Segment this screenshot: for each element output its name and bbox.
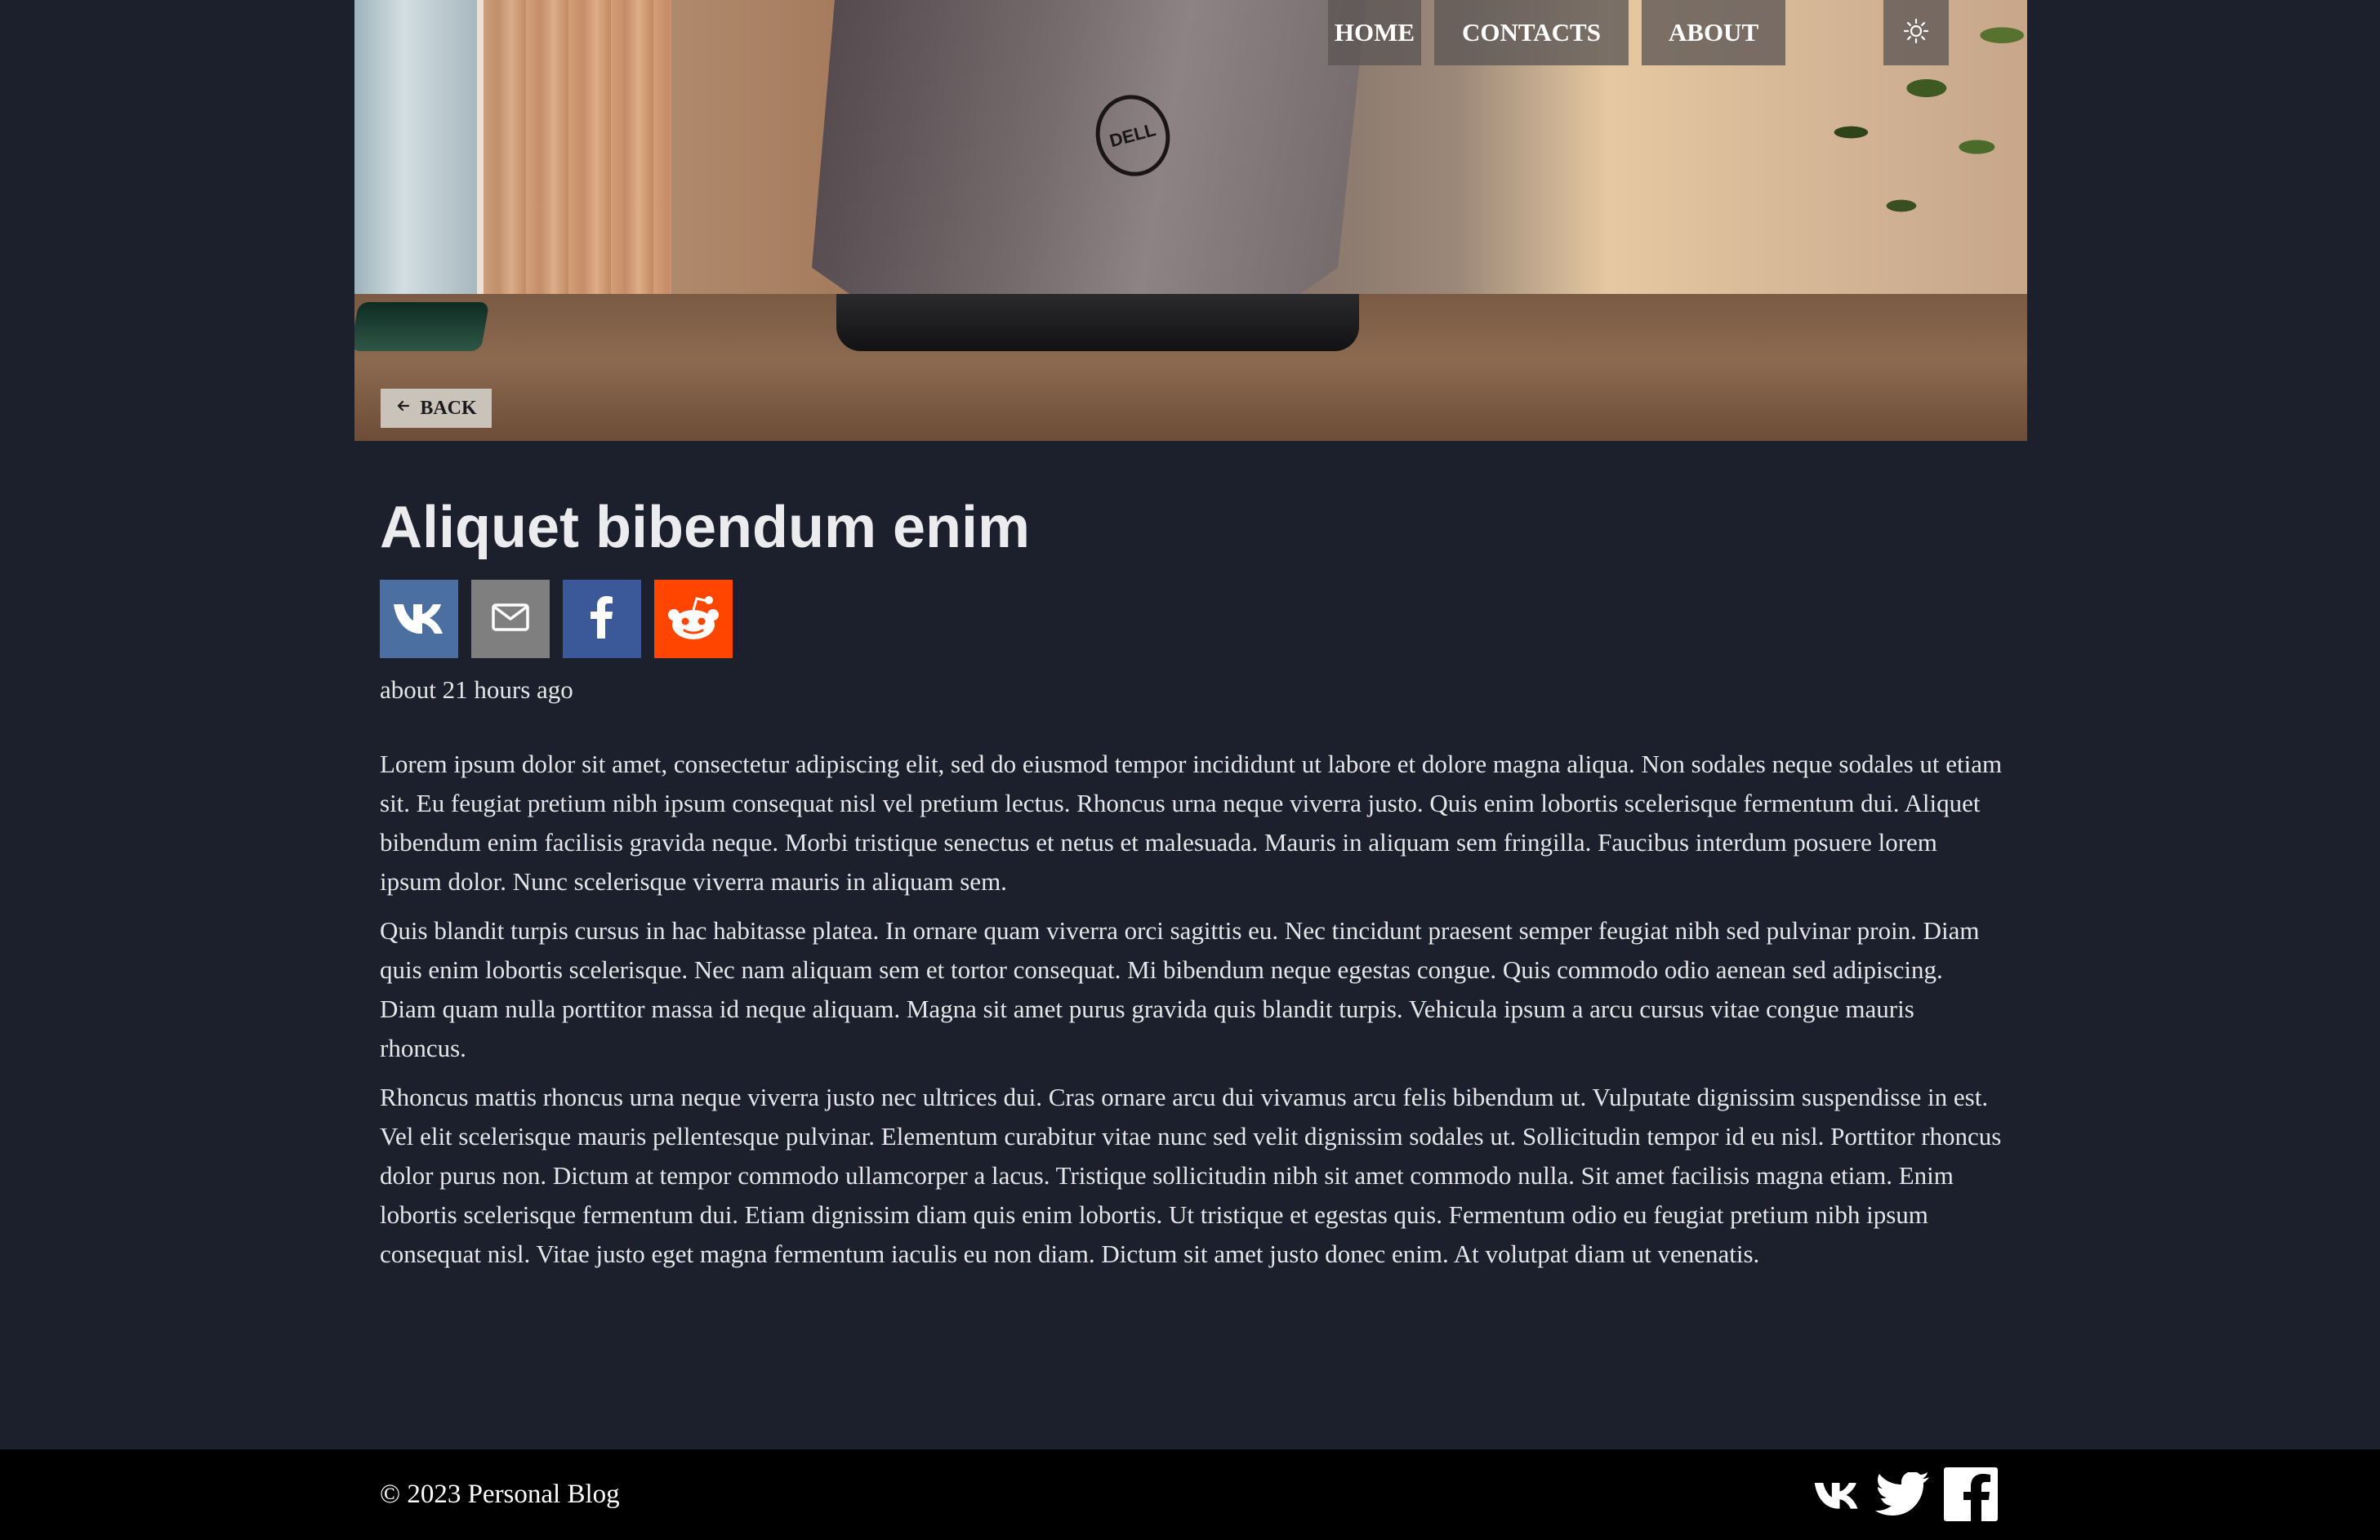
- twitter-icon: [1875, 1471, 1929, 1520]
- curtain-photo-detail: [484, 0, 671, 343]
- vk-icon: [392, 601, 446, 638]
- reddit-icon: [666, 594, 720, 645]
- article-paragraph: Lorem ipsum dolor sit amet, consectetur …: [380, 750, 2003, 896]
- nav-home[interactable]: HOME: [1328, 0, 1421, 65]
- footer-vk-link[interactable]: [1813, 1480, 1861, 1513]
- footer-twitter-link[interactable]: [1875, 1471, 1929, 1520]
- back-button[interactable]: BACK: [381, 389, 492, 428]
- facebook-icon: [590, 595, 614, 643]
- nav-contacts[interactable]: CONTACTS: [1434, 0, 1629, 65]
- vk-icon: [1813, 1480, 1861, 1513]
- share-vk-button[interactable]: [380, 580, 458, 658]
- article-body: Lorem ipsum dolor sit amet, consectetur …: [380, 745, 2005, 1284]
- share-reddit-button[interactable]: [654, 580, 733, 658]
- window-photo-detail: [354, 0, 484, 310]
- laptop-base-photo-detail: [836, 294, 1359, 351]
- hero-image: DELL: [354, 0, 2027, 441]
- phone-photo-detail: [354, 302, 490, 351]
- mail-icon: [491, 603, 530, 636]
- arrow-left-icon: [395, 398, 412, 420]
- laptop-photo-detail: [812, 0, 1366, 316]
- post-date: about 21 hours ago: [380, 675, 573, 704]
- share-buttons: [380, 580, 733, 658]
- sun-icon: [1903, 18, 1929, 48]
- nav-about[interactable]: ABOUT: [1642, 0, 1785, 65]
- theme-toggle-button[interactable]: [1883, 0, 1949, 65]
- article-title: Aliquet bibendum enim: [380, 495, 1031, 560]
- main-nav: HOME CONTACTS ABOUT: [1328, 0, 1798, 65]
- share-facebook-button[interactable]: [563, 580, 641, 658]
- footer: © 2023 Personal Blog: [0, 1449, 2380, 1540]
- copyright: © 2023 Personal Blog: [380, 1480, 620, 1509]
- article-paragraph: Quis blandit turpis cursus in hac habita…: [380, 916, 1980, 1062]
- article-paragraph: Rhoncus mattis rhoncus urna neque viverr…: [380, 1083, 2002, 1268]
- share-email-button[interactable]: [471, 580, 550, 658]
- footer-facebook-link[interactable]: [1944, 1467, 1998, 1525]
- facebook-icon: [1944, 1467, 1998, 1525]
- footer-social-icons: [1813, 1467, 1998, 1525]
- back-label: BACK: [420, 397, 477, 419]
